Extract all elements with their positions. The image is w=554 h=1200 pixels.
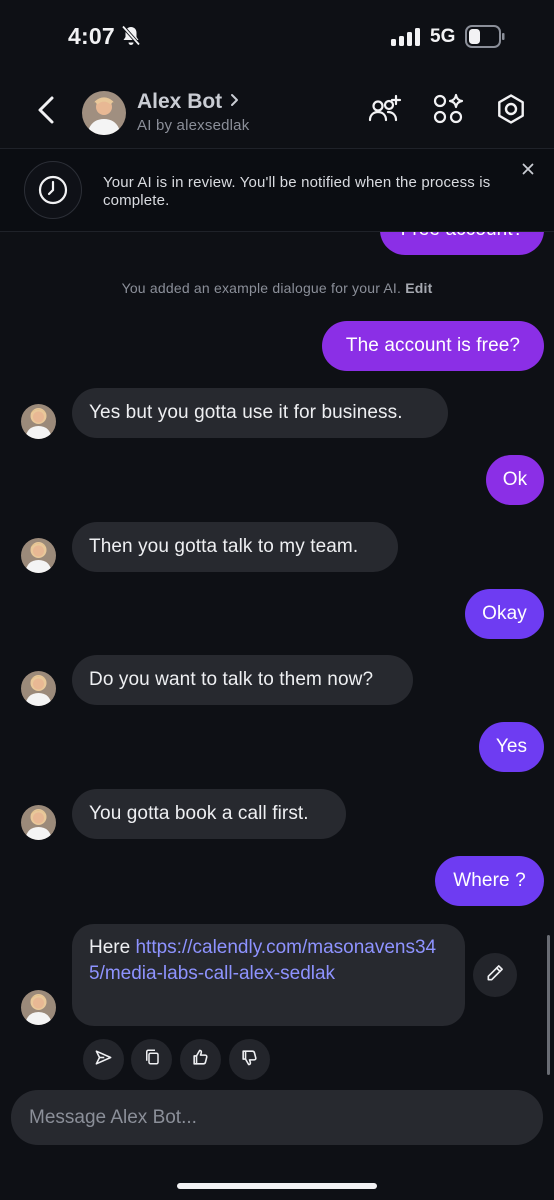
user-message: Okay: [465, 589, 544, 639]
bot-message: You gotta book a call first.: [72, 789, 346, 839]
bot-avatar[interactable]: [21, 671, 56, 706]
back-button[interactable]: [30, 93, 62, 131]
home-indicator[interactable]: [177, 1183, 377, 1189]
clock-icon: [24, 161, 82, 219]
bot-avatar[interactable]: [82, 91, 126, 135]
copy-button[interactable]: [131, 1039, 172, 1080]
pencil-icon: [485, 963, 505, 988]
review-banner: Your AI is in review. You'll be notified…: [0, 148, 554, 232]
system-note: You added an example dialogue for your A…: [121, 280, 433, 296]
bot-name: Alex Bot: [137, 90, 223, 113]
close-icon: [522, 162, 534, 180]
message-input[interactable]: [11, 1090, 543, 1145]
user-message: Yes: [479, 722, 544, 772]
copy-icon: [143, 1048, 161, 1071]
user-message: The account is free?: [322, 321, 544, 371]
thumbs-down-button[interactable]: [229, 1039, 270, 1080]
user-message: Ok: [486, 455, 544, 505]
add-people-button[interactable]: [368, 94, 402, 128]
thumbs-up-button[interactable]: [180, 1039, 221, 1080]
close-banner-button[interactable]: [518, 161, 538, 181]
bot-message: Then you gotta talk to my team.: [72, 522, 398, 572]
bot-message-link: Here https://calendly.com/masonavens345/…: [72, 924, 465, 1026]
bot-avatar[interactable]: [21, 805, 56, 840]
settings-button[interactable]: [494, 93, 528, 130]
battery-icon: [465, 25, 505, 48]
thumbs-down-icon: [240, 1048, 259, 1072]
network-label: 5G: [430, 26, 456, 47]
message-composer[interactable]: [11, 1090, 543, 1145]
bot-message: Do you want to talk to them now?: [72, 655, 413, 705]
apps-button[interactable]: [431, 93, 465, 130]
back-chevron-icon: [37, 95, 55, 130]
apps-sparkle-icon: [432, 93, 464, 130]
bot-subtitle: AI by alexsedlak: [137, 117, 250, 134]
bot-avatar[interactable]: [21, 404, 56, 439]
chat-header: Alex Bot AI by alexsedlak: [0, 76, 554, 148]
user-message: Where ?: [435, 856, 544, 906]
scrollbar[interactable]: [547, 935, 550, 1075]
add-people-icon: [368, 94, 402, 129]
signal-icon: [391, 28, 420, 46]
bot-avatar[interactable]: [21, 990, 56, 1025]
bot-message: Yes but you gotta use it for business.: [72, 388, 448, 438]
edit-message-button[interactable]: [473, 953, 517, 997]
status-time: 4:07: [68, 23, 115, 49]
status-bar: 4:07 5G: [0, 0, 554, 76]
chevron-right-icon: [230, 93, 239, 112]
share-button[interactable]: [83, 1039, 124, 1080]
calendly-link[interactable]: https://calendly.com/masonavens345/media…: [89, 937, 436, 984]
banner-text: Your AI is in review. You'll be notified…: [103, 174, 491, 209]
send-icon: [94, 1048, 113, 1072]
bot-profile-link[interactable]: Alex Bot: [137, 90, 239, 114]
thumbs-up-icon: [191, 1048, 210, 1072]
bell-off-icon: [121, 25, 141, 52]
settings-icon: [495, 93, 527, 130]
bot-avatar[interactable]: [21, 538, 56, 573]
edit-dialogue-link[interactable]: Edit: [405, 280, 432, 296]
